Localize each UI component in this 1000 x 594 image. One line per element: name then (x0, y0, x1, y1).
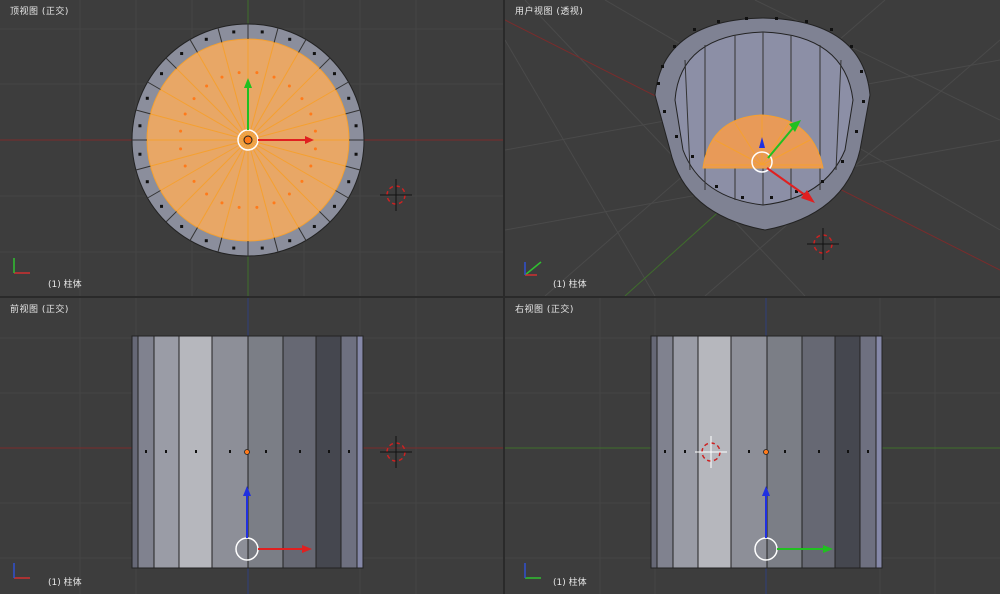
3d-cursor-icon (380, 179, 412, 211)
viewport-front[interactable]: 前视图 (正交) (1) 柱体 (0, 298, 503, 594)
axis-gizmo-icon (524, 563, 541, 579)
viewport-title: 顶视图 (正交) (10, 7, 69, 17)
axis-gizmo-icon (13, 258, 30, 274)
object-label: (1) 柱体 (48, 578, 82, 588)
object-label: (1) 柱体 (48, 280, 82, 290)
viewport-divider-horizontal[interactable] (0, 296, 1000, 298)
viewport-title: 右视图 (正交) (515, 305, 574, 315)
object-label: (1) 柱体 (553, 578, 587, 588)
front-view-scene (0, 298, 503, 594)
user-view-scene (505, 0, 1000, 296)
top-view-scene (0, 0, 503, 296)
axis-gizmo-icon (524, 261, 542, 276)
object-label: (1) 柱体 (553, 280, 587, 290)
viewport-title: 用户视图 (透视) (515, 7, 584, 17)
right-view-scene (505, 298, 1000, 594)
axis-gizmo-icon (13, 563, 30, 579)
viewport-title: 前视图 (正交) (10, 305, 69, 315)
viewport-user-perspective[interactable]: 用户视图 (透视) (1) 柱体 (505, 0, 1000, 296)
viewport-right[interactable]: 右视图 (正交) (1) 柱体 (505, 298, 1000, 594)
viewport-top[interactable]: 顶视图 (正交) (1) 柱体 (0, 0, 503, 296)
3d-cursor-icon (380, 436, 412, 468)
3d-cursor-icon (807, 228, 839, 260)
